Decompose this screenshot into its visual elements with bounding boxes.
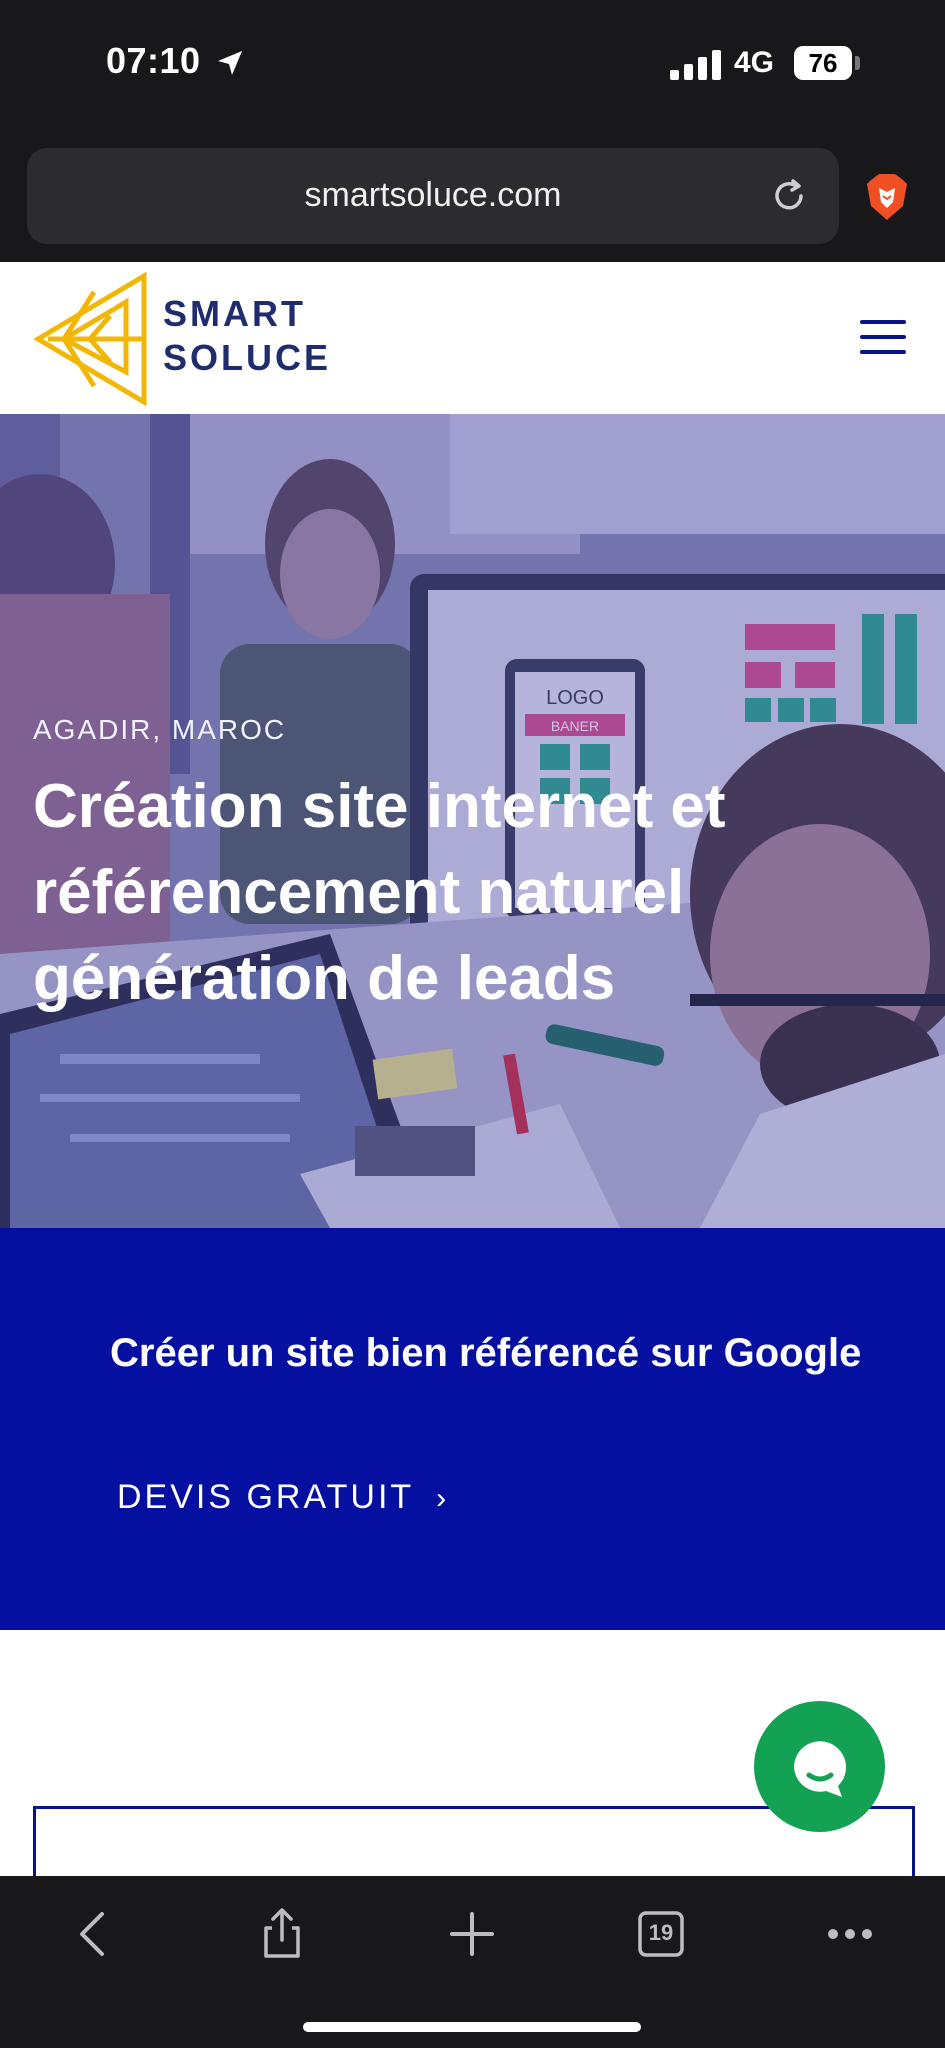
- tab-count: 19: [648, 1920, 674, 1945]
- chevron-right-icon: ›: [436, 1482, 450, 1515]
- cta-section: Créer un site bien référencé sur Google …: [0, 1228, 945, 1630]
- share-icon[interactable]: [252, 1904, 312, 1964]
- free-quote-label: DEVIS GRATUIT: [117, 1478, 415, 1516]
- signal-icon: [670, 48, 722, 80]
- site-header: SMART SOLUCE: [0, 262, 945, 414]
- status-time: 07:10: [106, 40, 201, 81]
- back-icon[interactable]: [64, 1904, 124, 1964]
- more-icon[interactable]: [820, 1904, 880, 1964]
- brave-lion-icon[interactable]: [865, 172, 909, 222]
- location-arrow-icon: [218, 51, 242, 75]
- battery-level: 76: [794, 46, 852, 80]
- tabs-icon[interactable]: 19: [631, 1904, 691, 1964]
- network-type: 4G: [734, 46, 775, 79]
- address-bar[interactable]: smartsoluce.com: [27, 148, 839, 244]
- reload-icon[interactable]: [769, 176, 809, 216]
- browser-toolbar: smartsoluce.com: [0, 128, 945, 262]
- smart-soluce-logo-mark[interactable]: [34, 272, 154, 406]
- logo-wordmark[interactable]: SMART SOLUCE: [163, 292, 331, 380]
- browser-bottom-bar: 19: [0, 1876, 945, 2048]
- url-text[interactable]: smartsoluce.com: [27, 176, 839, 215]
- free-quote-button[interactable]: DEVIS GRATUIT ›: [117, 1478, 449, 1517]
- logo-line-1: SMART: [163, 293, 306, 334]
- home-indicator[interactable]: [303, 2022, 641, 2032]
- logo-line-2: SOLUCE: [163, 337, 332, 378]
- hero-kicker: AGADIR, MAROC: [33, 714, 287, 745]
- hero-section: LOGO BANER AGADIR, MAROC Création site i…: [0, 414, 945, 1228]
- battery-cap: [855, 56, 860, 70]
- cta-text: Créer un site bien référencé sur Google: [110, 1331, 862, 1375]
- status-bar: 07:10 4G 76: [0, 0, 945, 128]
- hamburger-menu-icon[interactable]: [860, 320, 906, 354]
- new-tab-plus-icon[interactable]: [442, 1904, 502, 1964]
- chat-button[interactable]: [754, 1701, 885, 1832]
- hero-title: Création site internet et référencement …: [33, 772, 726, 1013]
- chat-bubble-icon: [794, 1741, 846, 1797]
